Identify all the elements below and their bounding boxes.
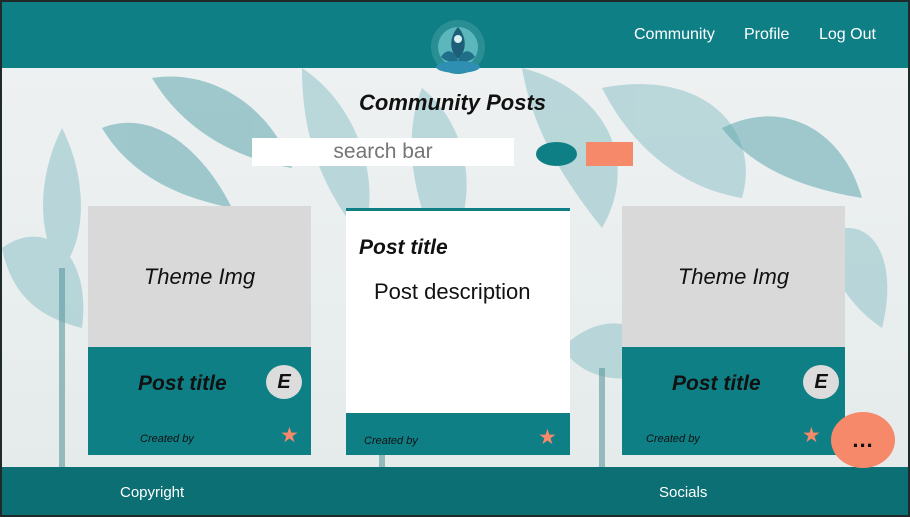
- page-frame: Community Profile Log Out Community Post…: [0, 0, 910, 517]
- created-by-label: Created by: [646, 433, 700, 445]
- star-icon[interactable]: ★: [802, 425, 821, 446]
- more-options-button[interactable]: ...: [831, 412, 895, 468]
- edit-badge[interactable]: E: [266, 365, 302, 399]
- star-icon[interactable]: ★: [538, 427, 557, 448]
- footer-socials[interactable]: Socials: [659, 484, 707, 501]
- edit-badge[interactable]: E: [803, 365, 839, 399]
- post-card[interactable]: Theme Img Post title E Created by ★: [622, 206, 845, 455]
- created-by-label: Created by: [364, 435, 418, 447]
- footer-bar: Copyright Socials: [2, 467, 908, 515]
- post-description: Post description: [374, 279, 531, 304]
- search-submit-button[interactable]: [536, 142, 577, 166]
- card-footer: [88, 347, 311, 455]
- created-by-label: Created by: [140, 433, 194, 445]
- star-icon[interactable]: ★: [280, 425, 299, 446]
- page-title: Community Posts: [359, 90, 547, 115]
- theme-image: Theme Img: [88, 206, 311, 347]
- nav-logout[interactable]: Log Out: [819, 26, 876, 44]
- post-title: Post title: [672, 372, 761, 395]
- post-title: Post title: [138, 372, 227, 395]
- card-footer: [346, 413, 570, 455]
- nav-community[interactable]: Community: [634, 26, 715, 44]
- nav-profile[interactable]: Profile: [744, 26, 789, 44]
- footer-copyright[interactable]: Copyright: [120, 484, 184, 501]
- post-title: Post title: [359, 236, 448, 259]
- post-card[interactable]: Theme Img Post title E Created by ★: [88, 206, 311, 455]
- search-input[interactable]: [252, 138, 514, 166]
- theme-image: Theme Img: [622, 206, 845, 347]
- filter-button[interactable]: [586, 142, 633, 166]
- lotus-logo-icon[interactable]: [421, 17, 495, 79]
- post-card-featured[interactable]: Post title Post description Created by ★: [346, 208, 570, 455]
